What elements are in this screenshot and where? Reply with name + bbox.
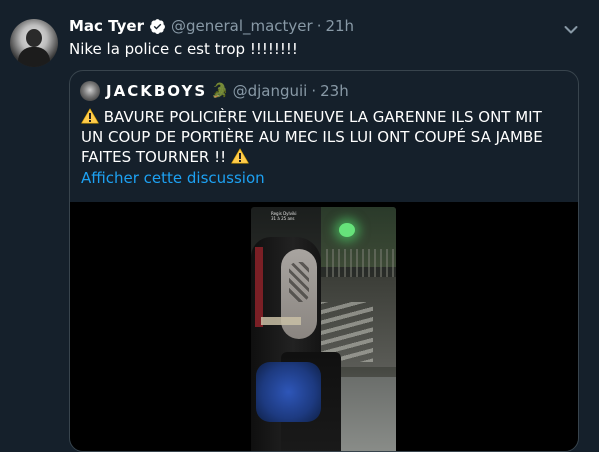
video-person-strap bbox=[255, 247, 263, 327]
crocodile-emoji-icon: 🐊 bbox=[211, 83, 229, 99]
video-fence bbox=[326, 249, 396, 279]
tweet-timestamp[interactable]: 21h bbox=[325, 17, 354, 35]
separator-dot: · bbox=[316, 17, 322, 35]
video-thumbnail[interactable]: Regis Dylviki 31 à 25 ans bbox=[251, 207, 396, 451]
tweet-header: Mac Tyer @general_mactyer · 21h bbox=[69, 17, 354, 35]
show-thread-link[interactable]: Afficher cette discussion bbox=[81, 169, 265, 187]
video-overlay-line2: 31 à 25 ans bbox=[271, 216, 295, 221]
tweet[interactable]: Mac Tyer @general_mactyer · 21h Nike la … bbox=[0, 0, 599, 452]
avatar-head bbox=[26, 29, 42, 47]
quoted-separator-dot: · bbox=[311, 82, 317, 100]
quoted-avatar[interactable] bbox=[80, 81, 100, 101]
quoted-author-name[interactable]: JACKBOYS bbox=[106, 82, 207, 100]
author-handle[interactable]: @general_mactyer bbox=[171, 17, 313, 35]
quoted-author-handle[interactable]: @djanguii bbox=[233, 82, 308, 100]
video-person-tattoo bbox=[289, 262, 309, 302]
quoted-tweet-body: BAVURE POLICIÈRE VILLENEUVE LA GARENNE I… bbox=[81, 108, 543, 166]
media-container[interactable]: Regis Dylviki 31 à 25 ans bbox=[70, 202, 578, 451]
author-name[interactable]: Mac Tyer bbox=[69, 17, 144, 35]
video-green-light bbox=[339, 223, 355, 237]
video-blue-figure bbox=[256, 362, 321, 422]
tweet-text: Nike la police c est trop !!!!!!!! bbox=[69, 40, 298, 58]
quoted-tweet-header: JACKBOYS 🐊 @djanguii · 23h bbox=[80, 81, 349, 101]
chevron-down-icon[interactable] bbox=[564, 20, 578, 34]
verified-badge-icon bbox=[149, 18, 166, 35]
video-overlay-text: Regis Dylviki 31 à 25 ans bbox=[271, 211, 297, 221]
warning-sign-icon bbox=[231, 148, 249, 164]
video-person-belt bbox=[261, 317, 301, 325]
avatar-body bbox=[18, 47, 50, 67]
avatar[interactable] bbox=[10, 19, 58, 67]
quoted-tweet-text: BAVURE POLICIÈRE VILLENEUVE LA GARENNE I… bbox=[81, 107, 561, 167]
warning-sign-icon bbox=[81, 108, 99, 124]
quoted-timestamp[interactable]: 23h bbox=[320, 82, 349, 100]
quoted-tweet[interactable]: JACKBOYS 🐊 @djanguii · 23h BAVURE POLICI… bbox=[69, 70, 579, 452]
